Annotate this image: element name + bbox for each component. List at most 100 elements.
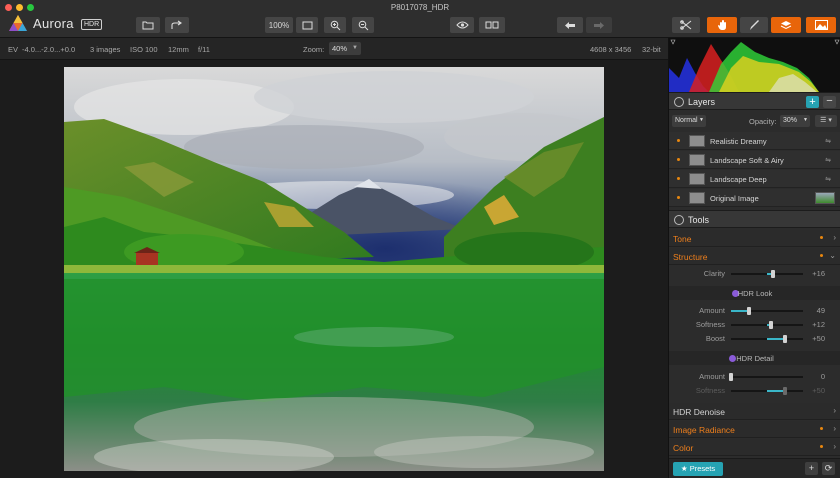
hdr-detail-amount-slider[interactable]	[729, 373, 803, 381]
sliders-icon[interactable]: ⇋	[825, 156, 831, 164]
hdr-detail-header[interactable]: HDR Detail	[669, 351, 840, 365]
zoom-100-button[interactable]: 100%	[265, 17, 293, 33]
chevron-down-icon: ⌄	[829, 251, 836, 260]
opacity-value: 30%	[783, 117, 798, 124]
menu-lines-icon: ☰ ▾	[820, 117, 832, 124]
split-view-icon	[485, 21, 499, 29]
clarity-slider-row: Clarity +16	[669, 267, 840, 281]
refresh-icon: ⟳	[824, 463, 833, 473]
eye-icon	[455, 21, 469, 29]
bit-depth: 32-bit	[642, 45, 661, 54]
image-canvas[interactable]	[0, 60, 668, 478]
star-icon: ★	[680, 464, 690, 473]
hdr-photo[interactable]	[64, 67, 604, 471]
layers-section-icon	[674, 97, 684, 107]
hand-tool-button[interactable]	[707, 17, 737, 33]
layer-visibility-dot-icon[interactable]	[677, 139, 680, 142]
zoom-in-button[interactable]	[324, 17, 346, 33]
share-icon	[171, 20, 182, 29]
hdr-detail-softness-slider[interactable]	[731, 387, 803, 395]
hand-icon	[718, 20, 726, 30]
slider-handle[interactable]	[746, 307, 751, 315]
original-image-thumbnail	[815, 192, 835, 204]
compare-view-button[interactable]	[479, 17, 505, 33]
layer-visibility-dot-icon[interactable]	[677, 158, 680, 161]
hdr-look-boost-slider[interactable]	[731, 335, 803, 343]
blend-mode-dropdown[interactable]: Normal ▼	[672, 115, 706, 127]
minus-icon: −	[826, 95, 833, 107]
hdr-look-amount-slider[interactable]	[731, 307, 803, 315]
panel-footer: ★ Presets + ⟳	[669, 458, 840, 478]
sliders-icon[interactable]: ⇋	[825, 137, 831, 145]
layer-row[interactable]: Landscape Soft & Airy ⇋	[669, 151, 840, 169]
plus-icon: +	[808, 463, 815, 473]
category-color[interactable]: Color ›	[669, 439, 840, 456]
zoom-out-button[interactable]	[352, 17, 374, 33]
brush-tool-button[interactable]	[740, 17, 768, 33]
slider-handle[interactable]	[769, 321, 774, 329]
image-count: 3 images	[90, 45, 121, 54]
chevron-right-icon: ›	[833, 424, 836, 433]
aperture: f/11	[198, 45, 210, 54]
open-folder-button[interactable]	[136, 17, 160, 33]
layer-options-button[interactable]: ☰ ▾	[815, 115, 837, 127]
amount-slider-row: Amount 0	[669, 370, 840, 384]
redo-arrow-icon	[594, 21, 604, 29]
add-preset-button[interactable]: +	[805, 462, 818, 475]
tools-header: Tools	[669, 210, 840, 228]
layers-panel-button[interactable]	[771, 17, 801, 33]
app-badge: HDR	[81, 19, 103, 30]
slider-fill	[731, 310, 749, 312]
clarity-slider[interactable]	[731, 270, 803, 278]
opacity-label: Opacity:	[749, 117, 777, 126]
opacity-dropdown[interactable]: 30% ▼	[780, 115, 810, 127]
hdr-look-softness-slider[interactable]	[731, 321, 803, 329]
image-dimensions: 4608 x 3456	[590, 45, 632, 54]
layer-name: Landscape Deep	[710, 175, 767, 184]
layer-row[interactable]: Landscape Deep ⇋	[669, 170, 840, 188]
crop-tool-button[interactable]	[672, 17, 700, 33]
remove-layer-button[interactable]: −	[823, 96, 836, 108]
brush-icon	[749, 19, 759, 30]
slider-handle[interactable]	[729, 373, 733, 381]
active-dot-icon	[820, 445, 823, 448]
fit-screen-button[interactable]	[296, 17, 318, 33]
image-panel-button[interactable]	[806, 17, 836, 33]
category-label: Tone	[673, 234, 692, 244]
chevron-right-icon: ›	[833, 442, 836, 451]
window-title: P8017078_HDR	[390, 3, 450, 12]
image-info-bar: EV -4.0...-2.0...+0.0 3 images ISO 100 1…	[0, 38, 668, 60]
category-image-radiance[interactable]: Image Radiance ›	[669, 421, 840, 438]
layer-row[interactable]: Original Image	[669, 189, 840, 207]
histogram	[669, 38, 840, 92]
sliders-icon[interactable]: ⇋	[825, 175, 831, 183]
slider-handle[interactable]	[783, 387, 787, 395]
slider-label: Clarity	[703, 269, 725, 278]
tools-title: Tools	[688, 215, 710, 225]
chevron-down-icon: ▼	[352, 45, 358, 51]
category-structure[interactable]: Structure ⌄	[669, 248, 840, 265]
slider-handle[interactable]	[770, 270, 775, 278]
undo-button[interactable]	[557, 17, 583, 33]
presets-button[interactable]: ★ Presets	[673, 462, 723, 476]
zoom-dropdown[interactable]: 40% ▼	[329, 42, 361, 55]
layer-row[interactable]: Realistic Dreamy ⇋	[669, 132, 840, 150]
layer-visibility-dot-icon[interactable]	[677, 177, 680, 180]
preview-toggle-button[interactable]	[450, 17, 474, 33]
refresh-button[interactable]: ⟳	[822, 462, 835, 475]
add-layer-button[interactable]: +	[806, 96, 819, 108]
hdr-detail-title: HDR Detail	[736, 354, 774, 363]
slider-value: +16	[812, 269, 825, 278]
category-label: HDR Denoise	[673, 407, 725, 417]
redo-button[interactable]	[586, 17, 612, 33]
share-button[interactable]	[165, 17, 189, 33]
layer-visibility-dot-icon[interactable]	[677, 196, 680, 199]
hdr-look-header[interactable]: HDR Look	[669, 286, 840, 300]
layers-header: Layers + −	[669, 92, 840, 110]
category-hdr-denoise[interactable]: HDR Denoise ›	[669, 403, 840, 420]
slider-handle[interactable]	[783, 335, 787, 343]
toolbar: P8017078_HDR Aurora HDR 100%	[0, 0, 840, 38]
chevron-down-icon: ▼	[699, 117, 704, 123]
layers-icon	[780, 21, 792, 30]
category-tone[interactable]: Tone ›	[669, 230, 840, 247]
